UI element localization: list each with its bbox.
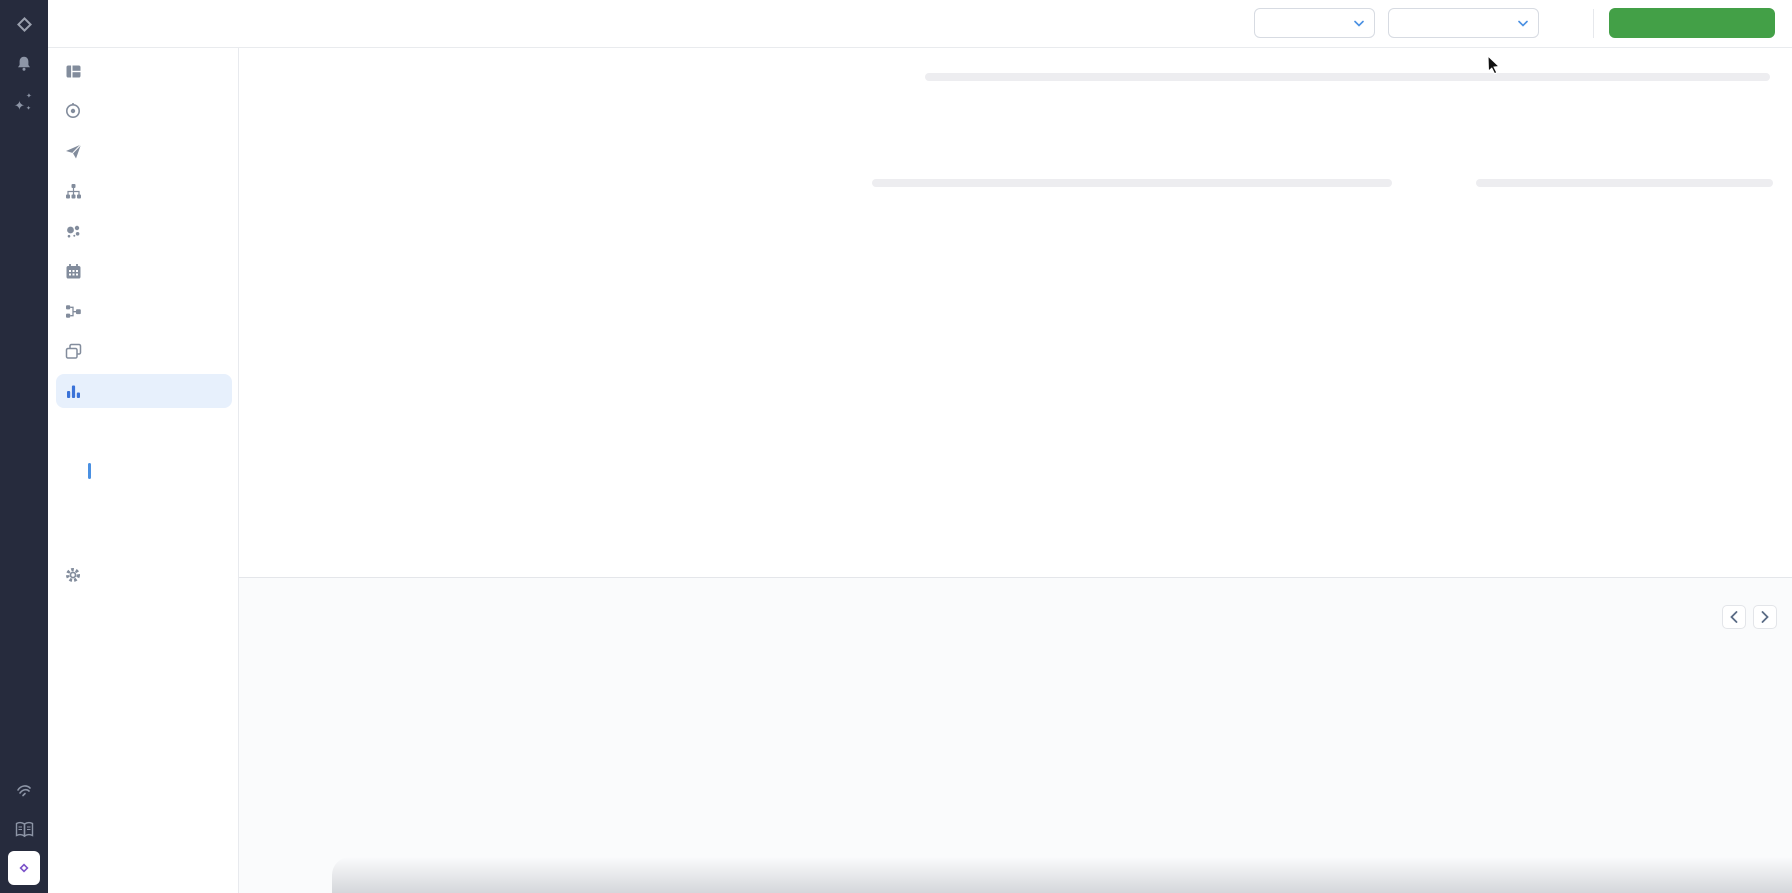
app-rail: ✦✦✦ — [0, 0, 48, 893]
venn-lens-outline — [1696, 264, 1722, 290]
more-options-button[interactable] — [1558, 8, 1592, 38]
sunburst-svg — [264, 80, 734, 550]
sidebar-subitem-business-intelligence[interactable] — [48, 532, 238, 554]
top-sources-heading-track — [872, 179, 1392, 187]
stat-opens — [773, 152, 1013, 160]
knowledge-book-icon[interactable] — [0, 817, 48, 841]
sidebar-item-opportunities[interactable] — [56, 94, 232, 128]
calendar-icon — [63, 261, 83, 281]
attribution-model-select[interactable] — [1388, 8, 1539, 38]
chevron-down-icon — [1518, 16, 1528, 30]
sidebar-item-data[interactable] — [56, 294, 232, 328]
attribution-page: ✦✦✦ — [0, 0, 1792, 893]
settings-gear-icon — [63, 565, 83, 585]
chevron-down-icon — [1354, 16, 1364, 30]
legend-item-sms[interactable] — [1440, 522, 1458, 531]
zeta-logo[interactable] — [8, 851, 40, 885]
create-attribution-model-button[interactable] — [1609, 8, 1775, 38]
legend-dot — [1598, 503, 1607, 512]
sidebar-subitem-content[interactable] — [48, 484, 238, 506]
carousel-next-button[interactable] — [1753, 605, 1777, 629]
carousel-prev-button[interactable] — [1722, 605, 1746, 629]
toolbar-divider — [1593, 9, 1594, 38]
legend-dot — [1440, 522, 1449, 531]
sidebar-item-calendar[interactable] — [56, 254, 232, 288]
legend-item-email[interactable] — [1598, 503, 1616, 512]
sidebar-item-campaigns[interactable] — [56, 134, 232, 168]
stat-website-visits — [1543, 152, 1783, 160]
sidebar-subitem-templates[interactable] — [48, 436, 238, 458]
top-bar — [48, 0, 1792, 48]
content-pages-icon — [63, 341, 83, 361]
sidebar-item-audiences[interactable] — [56, 214, 232, 248]
date-range-select[interactable] — [1254, 8, 1375, 38]
sidebar-item-dashboard[interactable] — [56, 54, 232, 88]
experiences-panel — [239, 578, 1792, 893]
totals-heading-track — [925, 73, 1770, 81]
sidebar — [48, 48, 239, 893]
sidebar-item-experiences[interactable] — [56, 174, 232, 208]
sidebar-item-analytics[interactable] — [56, 374, 232, 408]
overlap-heading-track — [1476, 179, 1773, 187]
sidebar-subitem-report-builder[interactable] — [48, 412, 238, 434]
audiences-icon — [63, 221, 83, 241]
data-flow-icon — [63, 301, 83, 321]
channels-sunburst-chart[interactable] — [264, 80, 734, 550]
experiences-sitemap-icon — [63, 181, 83, 201]
sidebar-subitem-prime-time[interactable] — [48, 508, 238, 530]
bottom-shadow — [332, 857, 1792, 893]
dashboard-icon — [63, 61, 83, 81]
legend-dot — [1440, 503, 1449, 512]
ai-sparkles-icon[interactable]: ✦✦✦ — [0, 91, 48, 115]
sidebar-subitem-attribution[interactable] — [48, 460, 238, 482]
legend-item-website-visits[interactable] — [1440, 503, 1458, 512]
opportunities-icon — [63, 101, 83, 121]
sidebar-item-content[interactable] — [56, 334, 232, 368]
signal-icon[interactable] — [0, 777, 48, 801]
sidebar-item-settings[interactable] — [56, 558, 232, 592]
notifications-bell-icon[interactable] — [0, 52, 48, 76]
overlap-venn-chart[interactable] — [1424, 170, 1792, 570]
zeta-diamond-icon[interactable] — [0, 12, 48, 36]
analytics-bars-icon — [63, 381, 83, 401]
campaigns-paper-plane-icon — [63, 141, 83, 161]
mouse-cursor — [1487, 55, 1505, 80]
